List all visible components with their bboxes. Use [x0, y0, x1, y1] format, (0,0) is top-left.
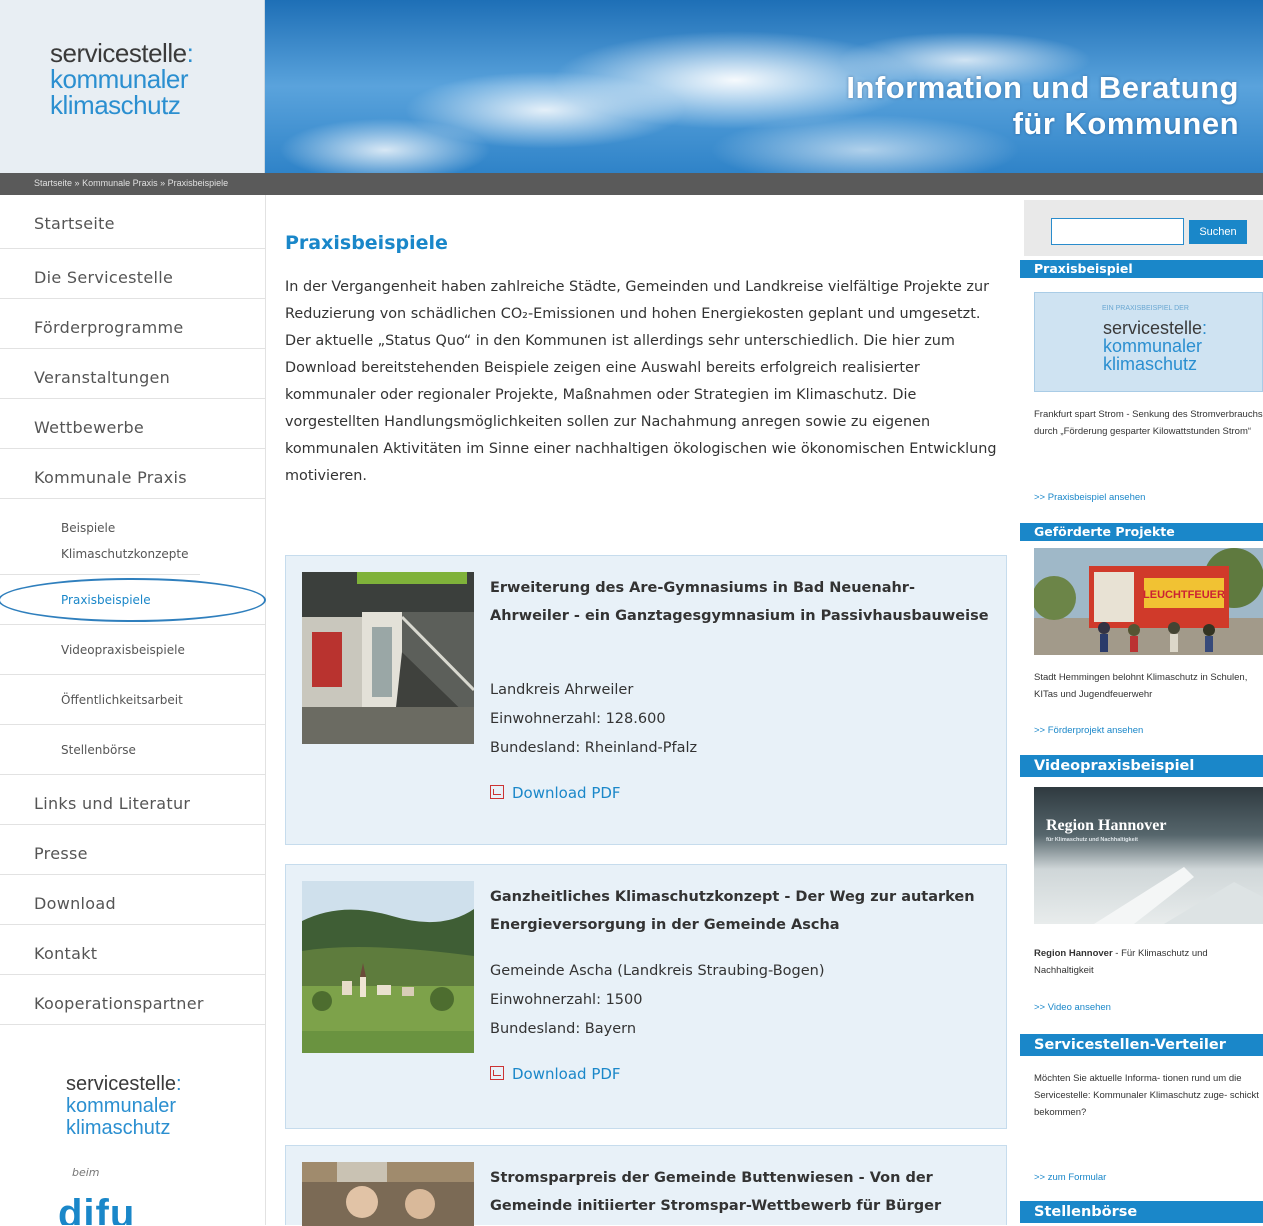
search-button[interactable]: Suchen — [1189, 220, 1247, 244]
nav-subitem-oeffentlichkeitsarbeit[interactable]: Öffentlichkeitsarbeit — [0, 675, 265, 725]
project-photo-village[interactable] — [302, 881, 474, 1053]
project-card: Stromsparpreis der Gemeinde Buttenwiesen… — [285, 1145, 1007, 1226]
praxisbeispiel-heading: Praxisbeispiel — [1020, 260, 1263, 278]
breadcrumb-separator: » — [160, 178, 166, 188]
nav-subitem-videopraxisbeispiele[interactable]: Videopraxisbeispiele — [0, 625, 265, 675]
leuchtfeuer-sign-text: LEUCHTFEUER — [1143, 589, 1225, 601]
footer-logo-line2: kommunaler — [66, 1095, 177, 1117]
project-location: Landkreis Ahrweiler — [490, 682, 634, 698]
gefoerderte-projekte-image[interactable]: LEUCHTFEUER — [1034, 548, 1263, 655]
download-pdf-link[interactable]: Download PDF — [490, 1065, 621, 1083]
praxisbeispiel-text: Frankfurt spart Strom - Senkung des Stro… — [1034, 409, 1263, 437]
footer-logo[interactable]: servicestelle: kommunaler klimaschutz — [66, 1073, 182, 1139]
pdf-icon — [490, 785, 504, 799]
nav-subitem-beispiele-klimaschutzkonzepte[interactable]: Beispiele Klimaschutzkonzepte — [0, 499, 200, 575]
project-card: Ganzheitliches Klimaschutzkonzept - Der … — [285, 864, 1007, 1129]
formular-link[interactable]: >> zum Formular — [1034, 1172, 1106, 1183]
praxisbeispiel-logo-image[interactable]: EIN PRAXISBEISPIEL DER servicestelle: ko… — [1034, 292, 1263, 392]
breadcrumb-item-praxisbeispiele[interactable]: Praxisbeispiele — [168, 178, 229, 188]
project-card: Erweiterung des Are-Gymnasiums in Bad Ne… — [285, 555, 1007, 845]
stellenboerse-heading: Stellenbörse — [1020, 1201, 1263, 1223]
right-sidebar: Suchen Praxisbeispiel EIN PRAXISBEISPIEL… — [1020, 195, 1263, 1225]
header-tagline: Information und Beratung für Kommunen — [846, 70, 1239, 142]
footer-beim-text: beim — [72, 1166, 100, 1179]
project-population: Einwohnerzahl: 1500 — [490, 992, 643, 1008]
breadcrumb: Startseite » Kommunale Praxis » Praxisbe… — [0, 173, 1263, 195]
praxisbeispiel-badge-line2: kommunaler — [1103, 336, 1203, 356]
active-item-highlight-oval — [0, 578, 266, 622]
gefoerderte-projekte-text: Stadt Hemmingen belohnt Klimaschutz in S… — [1034, 672, 1248, 700]
tagline-line1: Information und Beratung — [846, 70, 1239, 105]
gefoerderte-projekte-heading: Geförderte Projekte — [1020, 523, 1263, 541]
praxisbeispiel-badge-colon: : — [1202, 318, 1208, 338]
project-population: Einwohnerzahl: 128.600 — [490, 711, 666, 727]
nav-item-links-und-literatur[interactable]: Links und Literatur — [0, 775, 265, 825]
left-divider — [265, 195, 266, 1225]
site-header: servicestelle: kommunaler klimaschutz In… — [0, 0, 1263, 173]
project-state: Bundesland: Rheinland-Pfalz — [490, 740, 698, 756]
tagline-line2: für Kommunen — [1012, 106, 1239, 141]
search-box: Suchen — [1024, 200, 1263, 256]
nav-item-kooperationspartner[interactable]: Kooperationspartner — [0, 975, 265, 1025]
project-photo-staircase[interactable] — [302, 572, 474, 744]
video-thumbnail[interactable]: Region Hannover für Klimaschutz und Nach… — [1034, 787, 1263, 924]
nav-subitem-stellenboerse[interactable]: Stellenbörse — [0, 725, 265, 775]
logo-text-line3: klimaschutz — [50, 90, 181, 120]
sidebar-nav: Startseite Die Servicestelle Förderprogr… — [0, 195, 265, 1225]
nav-item-download[interactable]: Download — [0, 875, 265, 925]
praxisbeispiel-badge-line1: servicestelle — [1103, 318, 1203, 338]
praxisbeispiel-link[interactable]: >> Praxisbeispiel ansehen — [1034, 492, 1145, 503]
page-title: Praxisbeispiele — [285, 232, 448, 254]
nav-item-presse[interactable]: Presse — [0, 825, 265, 875]
pdf-icon — [490, 1066, 504, 1080]
breadcrumb-item-startseite[interactable]: Startseite — [34, 178, 72, 188]
verteiler-text: Möchten Sie aktuelle Informa- tionen run… — [1034, 1073, 1259, 1118]
videopraxisbeispiel-heading: Videopraxisbeispiel — [1020, 755, 1263, 777]
video-text-bold: Region Hannover — [1034, 948, 1113, 959]
project-photo-people[interactable] — [302, 1162, 474, 1226]
search-input[interactable] — [1051, 218, 1184, 245]
footer-logo-line1: servicestelle — [66, 1073, 177, 1095]
nav-item-kommunale-praxis[interactable]: Kommunale Praxis — [0, 449, 265, 499]
nav-item-foerderprogramme[interactable]: Förderprogramme — [0, 299, 265, 349]
nav-item-veranstaltungen[interactable]: Veranstaltungen — [0, 349, 265, 399]
site-logo[interactable]: servicestelle: kommunaler klimaschutz — [0, 0, 265, 173]
verteiler-heading: Servicestellen-Verteiler — [1020, 1034, 1263, 1056]
breadcrumb-separator: » — [74, 178, 80, 188]
project-state: Bundesland: Bayern — [490, 1021, 637, 1037]
nav-item-die-servicestelle[interactable]: Die Servicestelle — [0, 249, 265, 299]
praxisbeispiel-badge-small: EIN PRAXISBEISPIEL DER — [1102, 305, 1189, 312]
download-pdf-label: Download PDF — [512, 1065, 621, 1083]
breadcrumb-item-kommunale-praxis[interactable]: Kommunale Praxis — [82, 178, 158, 188]
download-pdf-link[interactable]: Download PDF — [490, 784, 621, 802]
project-title[interactable]: Ganzheitliches Klimaschutzkonzept - Der … — [490, 883, 990, 939]
nav-item-startseite[interactable]: Startseite — [0, 195, 265, 249]
footer-logo-line3: klimaschutz — [66, 1117, 171, 1139]
video-link[interactable]: >> Video ansehen — [1034, 1002, 1111, 1013]
praxisbeispiel-badge-line3: klimaschutz — [1103, 354, 1198, 374]
intro-text: In der Vergangenheit haben zahlreiche St… — [285, 279, 997, 484]
nav-item-wettbewerbe[interactable]: Wettbewerbe — [0, 399, 265, 449]
partner-logo-difu[interactable]: difu — [58, 1192, 135, 1225]
project-title[interactable]: Stromsparpreis der Gemeinde Buttenwiesen… — [490, 1164, 990, 1220]
footer-logo-colon: : — [176, 1073, 182, 1095]
download-pdf-label: Download PDF — [512, 784, 621, 802]
foerderprojekt-link[interactable]: >> Förderprojekt ansehen — [1034, 725, 1143, 736]
project-location: Gemeinde Ascha (Landkreis Straubing-Boge… — [490, 963, 825, 979]
main-content: Praxisbeispiele In der Vergangenheit hab… — [285, 232, 1007, 490]
nav-item-kontakt[interactable]: Kontakt — [0, 925, 265, 975]
project-title[interactable]: Erweiterung des Are-Gymnasiums in Bad Ne… — [490, 574, 990, 630]
